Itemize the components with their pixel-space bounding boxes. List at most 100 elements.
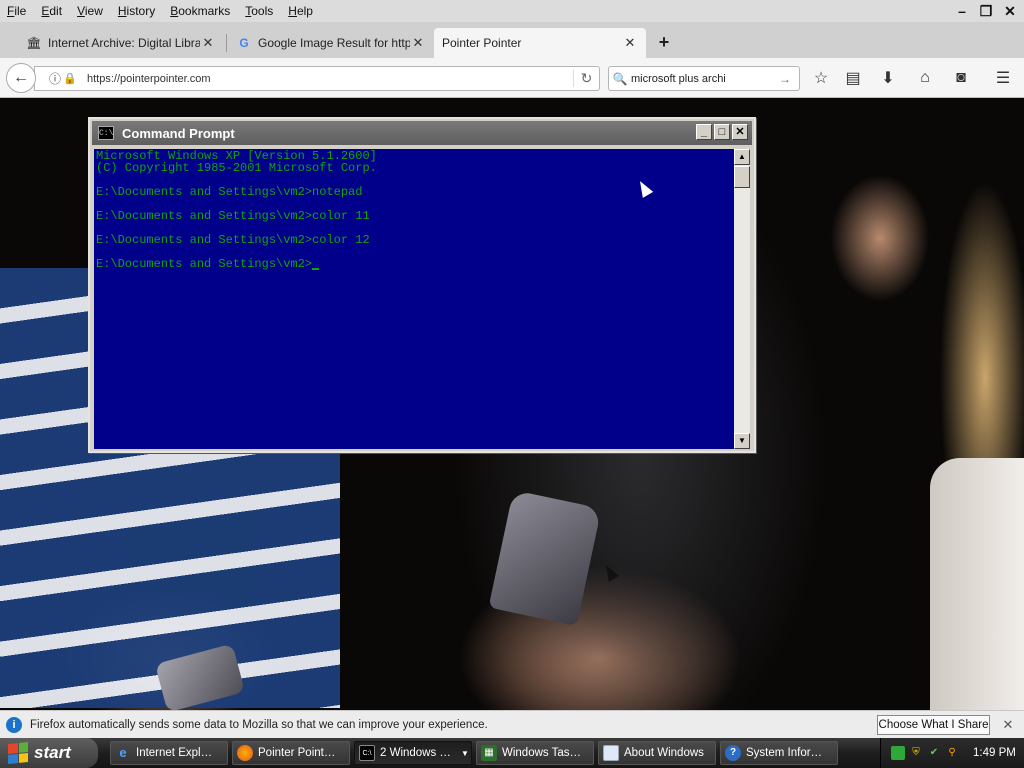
taskbar-item-system-information[interactable]: ? System Infor… xyxy=(720,741,838,765)
minimize-button[interactable]: – xyxy=(950,0,974,22)
taskbar-item-task-manager[interactable]: ▦ Windows Tas… xyxy=(476,741,594,765)
tab-pointer-pointer[interactable]: Pointer Pointer ✕ xyxy=(434,28,646,58)
tab-label: Internet Archive: Digital Libra… xyxy=(48,36,200,50)
cmd-icon: C:\ xyxy=(359,745,375,761)
pointer-arrow-icon xyxy=(600,562,620,582)
close-tab-icon[interactable]: ✕ xyxy=(622,35,638,51)
tab-google-image[interactable]: G Google Image Result for http… ✕ xyxy=(228,28,434,58)
cmd-minimize-button[interactable]: _ xyxy=(696,124,712,140)
scroll-thumb[interactable] xyxy=(734,166,750,188)
page-content: C:\ Command Prompt _ □ ✕ Microsoft Windo… xyxy=(0,98,1024,710)
text-cursor xyxy=(312,268,320,270)
console-prompt-line: E:\Documents and Settings\vm2> xyxy=(96,258,734,270)
taskbar-item-pointer-pointer[interactable]: Pointer Point… xyxy=(232,741,350,765)
search-icon[interactable]: ⚲ xyxy=(945,746,959,760)
photo-white-shirt xyxy=(930,458,1024,710)
pocket-icon[interactable]: ◙ xyxy=(950,68,972,88)
clock: 1:49 PM xyxy=(973,747,1016,759)
menu-bookmarks[interactable]: Bookmarks xyxy=(163,4,238,18)
close-tab-icon[interactable]: ✕ xyxy=(200,35,216,51)
search-go-arrow-icon[interactable]: → xyxy=(776,72,794,86)
window-icon xyxy=(603,745,619,761)
taskbar-item-windows-group[interactable]: C:\ 2 Windows … ▼ xyxy=(354,741,472,765)
scroll-down-arrow-icon[interactable]: ▼ xyxy=(734,433,750,449)
cmd-title: Command Prompt xyxy=(122,125,235,141)
task-manager-icon: ▦ xyxy=(481,745,497,761)
tab-label: Pointer Pointer xyxy=(442,36,522,50)
taskbar-item-label: Internet Expl… xyxy=(136,747,213,759)
cmd-window-buttons: _ □ ✕ xyxy=(696,124,748,140)
bookmark-star-icon[interactable]: ☆ xyxy=(810,68,832,88)
firefox-icon xyxy=(237,745,253,761)
hamburger-menu-icon[interactable]: ☰ xyxy=(992,68,1014,88)
close-window-button[interactable]: ✕ xyxy=(998,0,1022,22)
start-label: start xyxy=(34,743,71,762)
console-line: (C) Copyright 1985-2001 Microsoft Corp. xyxy=(96,161,377,175)
notification-text: Firefox automatically sends some data to… xyxy=(30,718,488,731)
console-line: E:\Documents and Settings\vm2>color 12 xyxy=(96,233,370,247)
cmd-scrollbar[interactable]: ▲ ▼ xyxy=(734,149,750,449)
console-prompt: E:\Documents and Settings\vm2> xyxy=(96,257,313,271)
windows-flag-icon xyxy=(8,741,28,765)
menu-tools[interactable]: Tools xyxy=(238,4,281,18)
tab-internet-archive[interactable]: 🏛 Internet Archive: Digital Libra… ✕ xyxy=(18,28,224,58)
cmd-maximize-button[interactable]: □ xyxy=(714,124,730,140)
close-tab-icon[interactable]: ✕ xyxy=(410,35,426,51)
cmd-title-bar[interactable]: C:\ Command Prompt _ □ ✕ xyxy=(92,121,752,145)
notification-bar: i Firefox automatically sends some data … xyxy=(0,710,1024,738)
network-icon[interactable] xyxy=(891,746,905,760)
tab-label: Google Image Result for http… xyxy=(258,36,410,50)
search-bar[interactable]: 🔍 → xyxy=(608,66,800,91)
close-notification-icon[interactable]: ✕ xyxy=(1000,717,1016,733)
info-icon: i xyxy=(6,716,22,733)
back-button[interactable]: ← xyxy=(6,63,36,93)
menu-file[interactable]: File xyxy=(0,4,34,18)
choose-what-i-share-button[interactable]: Choose What I Share xyxy=(877,715,990,735)
command-prompt-window[interactable]: C:\ Command Prompt _ □ ✕ Microsoft Windo… xyxy=(88,117,756,453)
menu-edit[interactable]: Edit xyxy=(34,4,70,18)
restore-button[interactable]: ❐ xyxy=(974,0,998,22)
tab-separator xyxy=(226,34,227,52)
taskbar-item-internet-explorer[interactable]: e Internet Expl… xyxy=(110,741,228,765)
url-text[interactable]: https://pointerpointer.com xyxy=(87,73,573,85)
url-bar[interactable]: ⓘ 🔒 https://pointerpointer.com ↻ xyxy=(34,66,600,91)
navigation-toolbar: ⓘ 🔒 https://pointerpointer.com ↻ ← 🔍 → ☆… xyxy=(0,58,1024,98)
lock-icon: 🔒 xyxy=(63,73,77,85)
taskbar: start e Internet Expl… Pointer Point… C:… xyxy=(0,738,1024,768)
menu-view[interactable]: View xyxy=(70,4,111,18)
taskbar-item-about-windows[interactable]: About Windows xyxy=(598,741,716,765)
reload-icon[interactable]: ↻ xyxy=(573,70,599,87)
google-icon: G xyxy=(239,36,249,50)
start-button[interactable]: start xyxy=(0,738,98,768)
taskbar-item-label: About Windows xyxy=(624,747,704,759)
system-tray: ⛨ ✔ ⚲ 1:49 PM xyxy=(880,738,1024,768)
window-controls: – ❐ ✕ xyxy=(950,0,1022,22)
home-icon[interactable]: ⌂ xyxy=(914,68,936,88)
menu-bar: File Edit View History Bookmarks Tools H… xyxy=(0,0,1024,22)
taskbar-item-label: Pointer Point… xyxy=(258,747,336,759)
taskbar-item-label: 2 Windows … xyxy=(380,747,451,759)
ie-icon: e xyxy=(119,745,127,760)
cmd-close-button[interactable]: ✕ xyxy=(732,124,748,140)
cmd-console[interactable]: Microsoft Windows XP [Version 5.1.2600] … xyxy=(94,149,734,449)
safely-remove-icon[interactable]: ✔ xyxy=(927,746,941,760)
search-icon: 🔍 xyxy=(612,71,628,86)
archive-icon: 🏛 xyxy=(26,36,42,50)
download-icon[interactable]: ⬇ xyxy=(877,68,899,88)
info-icon[interactable]: ⓘ xyxy=(47,70,63,87)
reading-list-icon[interactable]: ▤ xyxy=(842,68,864,88)
back-arrow-icon: ← xyxy=(13,69,29,86)
console-line: E:\Documents and Settings\vm2>color 11 xyxy=(96,209,370,223)
taskbar-item-label: System Infor… xyxy=(746,747,823,759)
help-icon: ? xyxy=(725,745,741,761)
search-input[interactable] xyxy=(631,72,776,85)
photo-flip-phone xyxy=(488,489,602,627)
security-shield-icon[interactable]: ⛨ xyxy=(909,746,923,760)
scroll-up-arrow-icon[interactable]: ▲ xyxy=(734,149,750,165)
cmd-icon: C:\ xyxy=(98,126,114,140)
chevron-down-icon: ▼ xyxy=(461,748,469,758)
taskbar-item-label: Windows Tas… xyxy=(502,747,582,759)
menu-help[interactable]: Help xyxy=(281,4,321,18)
new-tab-button[interactable]: + xyxy=(654,30,674,54)
menu-history[interactable]: History xyxy=(111,4,163,18)
